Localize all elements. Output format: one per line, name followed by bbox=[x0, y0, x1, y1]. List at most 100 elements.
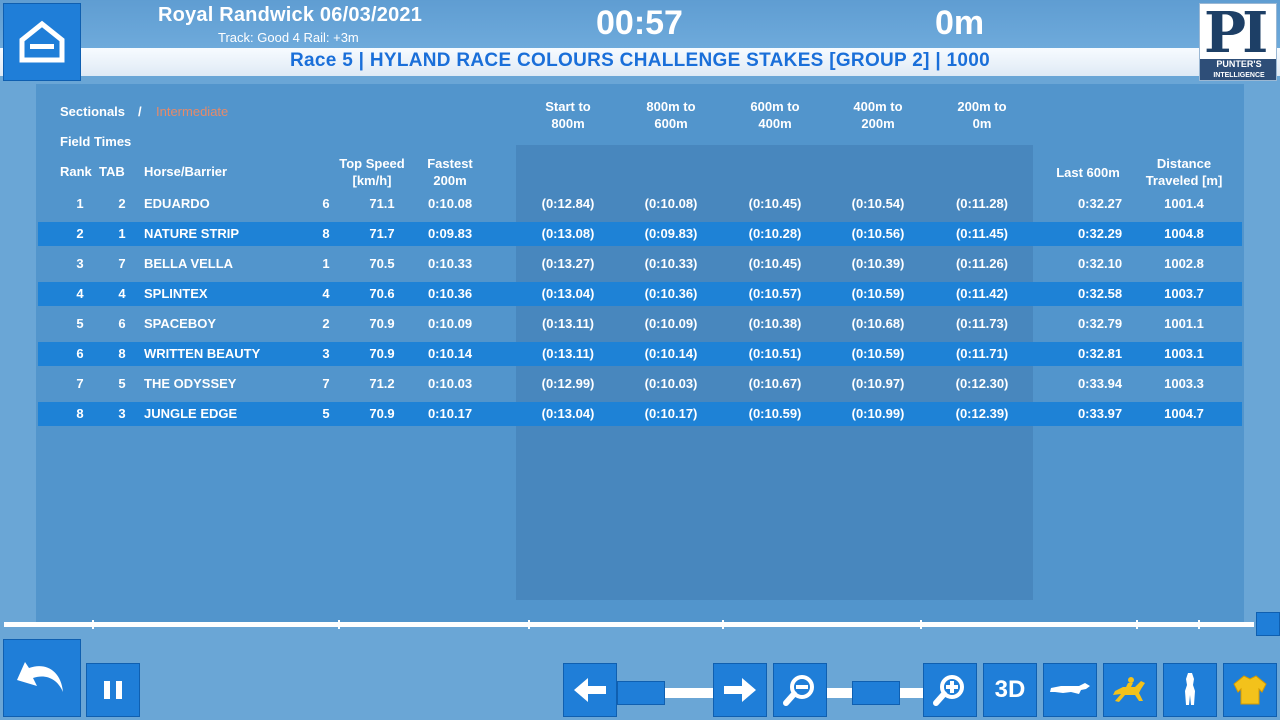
header-top-speed-line2: [km/h] bbox=[352, 173, 392, 188]
cell-last-600m: 0:32.58 bbox=[1077, 286, 1123, 301]
cell-s3: (0:10.67) bbox=[748, 376, 802, 391]
header-last-600m: Last 600m bbox=[1056, 165, 1120, 180]
header-fastest-line2: 200m bbox=[433, 173, 467, 188]
view-3d-button[interactable]: 3D bbox=[983, 663, 1037, 717]
header-rank: Rank bbox=[60, 164, 92, 179]
logo-monogram: PI bbox=[1204, 3, 1268, 66]
speed-slider-handle[interactable] bbox=[617, 681, 665, 705]
cell-last-600m: 0:32.10 bbox=[1077, 256, 1123, 271]
header-horse-barrier: Horse/Barrier bbox=[144, 164, 228, 179]
cell-fastest: 0:10.36 bbox=[427, 286, 473, 301]
tab-sectionals[interactable]: Sectionals bbox=[60, 104, 125, 119]
cell-s5: (0:11.28) bbox=[955, 196, 1009, 211]
table-row[interactable]: 6 8 WRITTEN BEAUTY 3 70.9 0:10.14 (0:13.… bbox=[38, 342, 1242, 366]
cell-horse: BELLA VELLA bbox=[144, 256, 234, 271]
progress-tick bbox=[338, 620, 340, 629]
cell-horse: WRITTEN BEAUTY bbox=[144, 346, 261, 361]
progress-tick bbox=[920, 620, 922, 629]
cell-s1: (0:13.11) bbox=[541, 316, 595, 331]
zoom-in-icon bbox=[933, 675, 964, 706]
step-back-button[interactable] bbox=[563, 663, 617, 717]
cell-s2: (0:10.17) bbox=[644, 406, 698, 421]
zoom-slider-handle[interactable] bbox=[852, 681, 900, 705]
cell-s1: (0:13.04) bbox=[541, 406, 595, 421]
header-800m-to-600m: 800m to 600m bbox=[631, 98, 711, 132]
horse-front-view-button[interactable] bbox=[1163, 663, 1217, 717]
header-top-speed-line1: Top Speed bbox=[339, 156, 405, 171]
progress-tick bbox=[528, 620, 530, 629]
table-row[interactable]: 5 6 SPACEBOY 2 70.9 0:10.09 (0:13.11) (0… bbox=[38, 312, 1242, 336]
zoom-in-button[interactable] bbox=[923, 663, 977, 717]
cell-top-speed: 71.1 bbox=[369, 196, 395, 211]
logo-text-line-2: INTELLIGENCE bbox=[1200, 70, 1276, 80]
cell-tab: 2 bbox=[118, 196, 126, 211]
header-s5-line1: 200m to bbox=[957, 99, 1007, 114]
table-row[interactable]: 7 5 THE ODYSSEY 7 71.2 0:10.03 (0:12.99)… bbox=[38, 372, 1242, 396]
zoom-out-button[interactable] bbox=[773, 663, 827, 717]
progress-handle[interactable] bbox=[1256, 612, 1280, 636]
header-s2-line1: 800m to bbox=[646, 99, 696, 114]
progress-tick bbox=[722, 620, 724, 629]
cell-last-600m: 0:33.94 bbox=[1077, 376, 1123, 391]
logo-text-line-1: PUNTER'S bbox=[1200, 59, 1276, 70]
table-row[interactable]: 4 4 SPLINTEX 4 70.6 0:10.36 (0:13.04) (0… bbox=[38, 282, 1242, 306]
cell-distance: 1001.1 bbox=[1164, 316, 1204, 331]
table-row[interactable]: 8 3 JUNGLE EDGE 5 70.9 0:10.17 (0:13.04)… bbox=[38, 402, 1242, 426]
header-tab: TAB bbox=[99, 164, 125, 179]
cell-s4: (0:10.59) bbox=[851, 346, 905, 361]
header-s3-line1: 600m to bbox=[750, 99, 800, 114]
cell-horse: SPACEBOY bbox=[144, 316, 216, 331]
cell-s5: (0:11.45) bbox=[955, 226, 1009, 241]
cell-fastest: 0:10.14 bbox=[427, 346, 473, 361]
cell-s2: (0:10.36) bbox=[644, 286, 698, 301]
cell-last-600m: 0:32.81 bbox=[1077, 346, 1123, 361]
cell-rank: 8 bbox=[76, 406, 84, 421]
cell-top-speed: 70.9 bbox=[369, 406, 395, 421]
cell-top-speed: 71.7 bbox=[369, 226, 395, 241]
track-info: Track: Good 4 Rail: +3m bbox=[218, 30, 359, 45]
cell-fastest: 0:10.33 bbox=[427, 256, 473, 271]
pause-icon bbox=[104, 681, 122, 699]
tab-intermediate[interactable]: Intermediate bbox=[156, 104, 228, 119]
cell-s3: (0:10.38) bbox=[748, 316, 802, 331]
header-s4-line1: 400m to bbox=[853, 99, 903, 114]
cell-horse: JUNGLE EDGE bbox=[144, 406, 238, 421]
cell-top-speed: 70.9 bbox=[369, 346, 395, 361]
cell-s5: (0:11.71) bbox=[955, 346, 1009, 361]
cell-s4: (0:10.97) bbox=[851, 376, 905, 391]
header-s5-line2: 0m bbox=[972, 116, 992, 131]
table-row[interactable]: 2 1 NATURE STRIP 8 71.7 0:09.83 (0:13.08… bbox=[38, 222, 1242, 246]
cell-rank: 1 bbox=[76, 196, 84, 211]
cell-barrier: 1 bbox=[322, 256, 330, 271]
header-400m-to-200m: 400m to 200m bbox=[838, 98, 918, 132]
cell-s4: (0:10.59) bbox=[851, 286, 905, 301]
cell-tab: 1 bbox=[118, 226, 126, 241]
header-s2-line2: 600m bbox=[654, 116, 688, 131]
jockey-view-button[interactable] bbox=[1103, 663, 1157, 717]
venue-date: Royal Randwick 06/03/2021 bbox=[158, 4, 423, 26]
cell-s1: (0:13.08) bbox=[541, 226, 595, 241]
horse-side-view-button[interactable] bbox=[1043, 663, 1097, 717]
table-row[interactable]: 1 2 EDUARDO 6 71.1 0:10.08 (0:12.84) (0:… bbox=[38, 192, 1242, 216]
replay-back-button[interactable] bbox=[3, 639, 81, 717]
cell-top-speed: 70.6 bbox=[369, 286, 395, 301]
cell-last-600m: 0:32.79 bbox=[1077, 316, 1123, 331]
race-progress-track[interactable] bbox=[4, 622, 1254, 627]
cell-rank: 2 bbox=[76, 226, 84, 241]
table-row[interactable]: 3 7 BELLA VELLA 1 70.5 0:10.33 (0:13.27)… bbox=[38, 252, 1242, 276]
cell-fastest: 0:10.08 bbox=[427, 196, 473, 211]
step-forward-button[interactable] bbox=[713, 663, 767, 717]
pause-button[interactable] bbox=[86, 663, 140, 717]
cell-distance: 1003.7 bbox=[1164, 286, 1204, 301]
header-s1-line1: Start to bbox=[545, 99, 591, 114]
header-fastest-200m: Fastest 200m bbox=[415, 155, 485, 189]
cell-rank: 7 bbox=[76, 376, 84, 391]
cell-barrier: 3 bbox=[322, 346, 330, 361]
cell-tab: 6 bbox=[118, 316, 126, 331]
cell-s1: (0:13.27) bbox=[541, 256, 595, 271]
cell-last-600m: 0:32.29 bbox=[1077, 226, 1123, 241]
cell-distance: 1002.8 bbox=[1164, 256, 1204, 271]
silks-view-button[interactable] bbox=[1223, 663, 1277, 717]
header-top-speed: Top Speed [km/h] bbox=[330, 155, 414, 189]
cell-rank: 5 bbox=[76, 316, 84, 331]
